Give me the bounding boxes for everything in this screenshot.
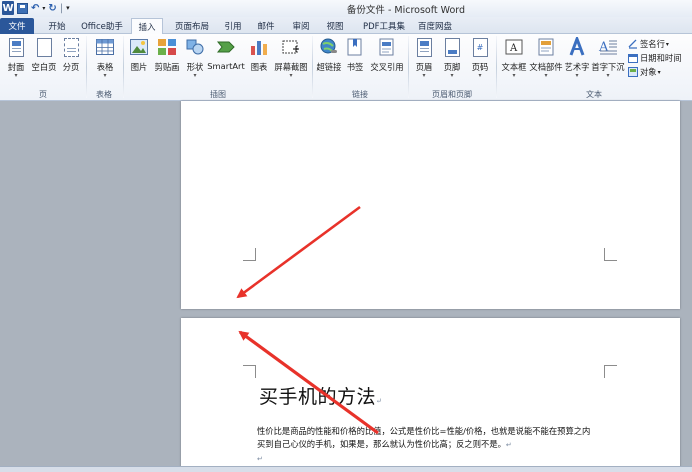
- page-number-icon: #: [470, 37, 490, 59]
- svg-text:A: A: [509, 43, 518, 54]
- screenshot-icon: [281, 37, 301, 59]
- chart-button[interactable]: 图表: [248, 37, 270, 73]
- clipart-icon: [157, 37, 177, 59]
- shapes-icon: [185, 37, 205, 59]
- table-icon: [95, 37, 115, 59]
- picture-button[interactable]: 图片: [128, 37, 150, 73]
- chevron-down-icon: ▾: [665, 40, 669, 48]
- title-bar: W ↶ ▾ ↻ | ▾ 备份文件 - Microsoft Word: [0, 0, 692, 17]
- tab-insert[interactable]: 插入: [131, 18, 163, 35]
- wordart-icon: [567, 34, 587, 59]
- object-icon: [628, 67, 638, 77]
- chevron-down-icon: ▾: [450, 72, 454, 79]
- blank-page-icon: [34, 37, 54, 59]
- chevron-down-icon: ▾: [478, 72, 482, 79]
- drop-cap-icon: A: [598, 37, 618, 59]
- signature-line-button[interactable]: 签名行 ▾: [628, 38, 669, 50]
- page-break-icon: [61, 37, 81, 59]
- globe-link-icon: [319, 37, 339, 59]
- tab-view[interactable]: 视图: [322, 18, 348, 34]
- drop-cap-button[interactable]: A 首字下沉 ▾: [591, 37, 624, 79]
- date-time-label: 日期和时间: [640, 53, 682, 63]
- document-workspace[interactable]: 买手机的方法↵ 性价比是商品的性能和价格的比值，公式是性价比=性能/价格，也就是…: [0, 101, 692, 472]
- header-button[interactable]: 页眉 ▾: [413, 37, 435, 79]
- chevron-down-icon: ▾: [193, 72, 197, 79]
- smartart-button[interactable]: SmartArt: [207, 37, 245, 71]
- cover-page-button[interactable]: 封面 ▾: [5, 37, 27, 79]
- chevron-down-icon: ▾: [289, 72, 293, 79]
- clipart-button[interactable]: 剪贴画: [153, 37, 181, 73]
- arrow-to-page-2-top: [238, 330, 379, 435]
- chevron-down-icon: ▾: [606, 72, 610, 79]
- calendar-icon: [628, 53, 638, 63]
- ribbon-tabs: 文件 开始 Office助手 插入 页面布局 引用 邮件 审阅 视图 PDF工具…: [0, 17, 692, 35]
- group-label-text: 文本: [586, 90, 602, 99]
- object-label: 对象: [640, 67, 657, 77]
- page-number-button[interactable]: # 页码 ▾: [469, 37, 491, 79]
- tab-pdf-tools[interactable]: PDF工具集: [356, 18, 412, 34]
- word-window: W ↶ ▾ ↻ | ▾ 备份文件 - Microsoft Word 文件 开始 …: [0, 0, 692, 472]
- wordart-button[interactable]: 艺术字 ▾: [563, 34, 591, 79]
- chevron-down-icon: ▾: [512, 72, 516, 79]
- group-label-pages: 页: [39, 90, 47, 99]
- group-label-illustrations: 插图: [210, 90, 226, 99]
- bookmark-button[interactable]: 书签: [344, 37, 366, 73]
- footer-icon: [442, 37, 462, 59]
- chevron-down-icon: ▾: [544, 72, 548, 79]
- blank-page-button[interactable]: 空白页: [30, 37, 58, 73]
- window-title: 备份文件 - Microsoft Word: [346, 5, 466, 16]
- group-label-tables: 表格: [96, 90, 112, 99]
- chevron-down-icon: ▾: [575, 72, 579, 79]
- bookmark-icon: [345, 37, 365, 59]
- signature-icon: [628, 39, 638, 49]
- tab-references[interactable]: 引用: [221, 18, 245, 34]
- tab-review[interactable]: 审阅: [288, 18, 314, 34]
- tab-file[interactable]: 文件: [0, 18, 34, 34]
- status-bar: [0, 466, 692, 472]
- cross-reference-button[interactable]: 交叉引用: [369, 37, 405, 73]
- footer-button[interactable]: 页脚 ▾: [441, 37, 463, 79]
- cross-reference-icon: [377, 37, 397, 59]
- tab-office-assistant[interactable]: Office助手: [78, 18, 126, 34]
- chevron-down-icon: ▾: [657, 68, 661, 76]
- hyperlink-button[interactable]: 超链接: [316, 37, 342, 73]
- ribbon-insert: 封面 ▾ 空白页 分页 页 表格 ▾ 表格 图片 剪贴画 形状 ▾ SmartA…: [0, 34, 692, 101]
- quick-parts-icon: [536, 37, 556, 59]
- object-button[interactable]: 对象 ▾: [628, 66, 661, 78]
- page-break-button[interactable]: 分页: [60, 37, 82, 73]
- screenshot-button[interactable]: 屏幕截图 ▾: [273, 37, 309, 79]
- annotation-arrows: [236, 205, 379, 435]
- signature-line-label: 签名行: [640, 39, 665, 49]
- table-button[interactable]: 表格 ▾: [93, 37, 117, 79]
- tab-baidu-netdisk[interactable]: 百度网盘: [416, 18, 454, 34]
- group-label-links: 链接: [352, 90, 368, 99]
- group-label-header-footer: 页眉和页脚: [432, 90, 472, 99]
- smartart-icon: [216, 37, 236, 59]
- bar-chart-icon: [249, 37, 269, 59]
- chevron-down-icon: ▾: [422, 72, 426, 79]
- shapes-button[interactable]: 形状 ▾: [184, 37, 206, 79]
- tab-page-layout[interactable]: 页面布局: [168, 18, 216, 34]
- date-time-button[interactable]: 日期和时间: [628, 52, 682, 64]
- cover-page-icon: [6, 37, 26, 59]
- chevron-down-icon: ▾: [14, 72, 18, 79]
- tab-home[interactable]: 开始: [41, 18, 73, 34]
- textbox-icon: A: [504, 37, 524, 59]
- tab-mailings[interactable]: 邮件: [252, 18, 280, 34]
- header-icon: [414, 37, 434, 59]
- quick-parts-button[interactable]: 文档部件 ▾: [529, 37, 563, 79]
- chevron-down-icon: ▾: [103, 72, 107, 79]
- svg-text:A: A: [598, 40, 609, 55]
- arrow-to-page-1-bottom: [236, 205, 361, 299]
- picture-icon: [129, 37, 149, 59]
- textbox-button[interactable]: A 文本框 ▾: [500, 37, 528, 79]
